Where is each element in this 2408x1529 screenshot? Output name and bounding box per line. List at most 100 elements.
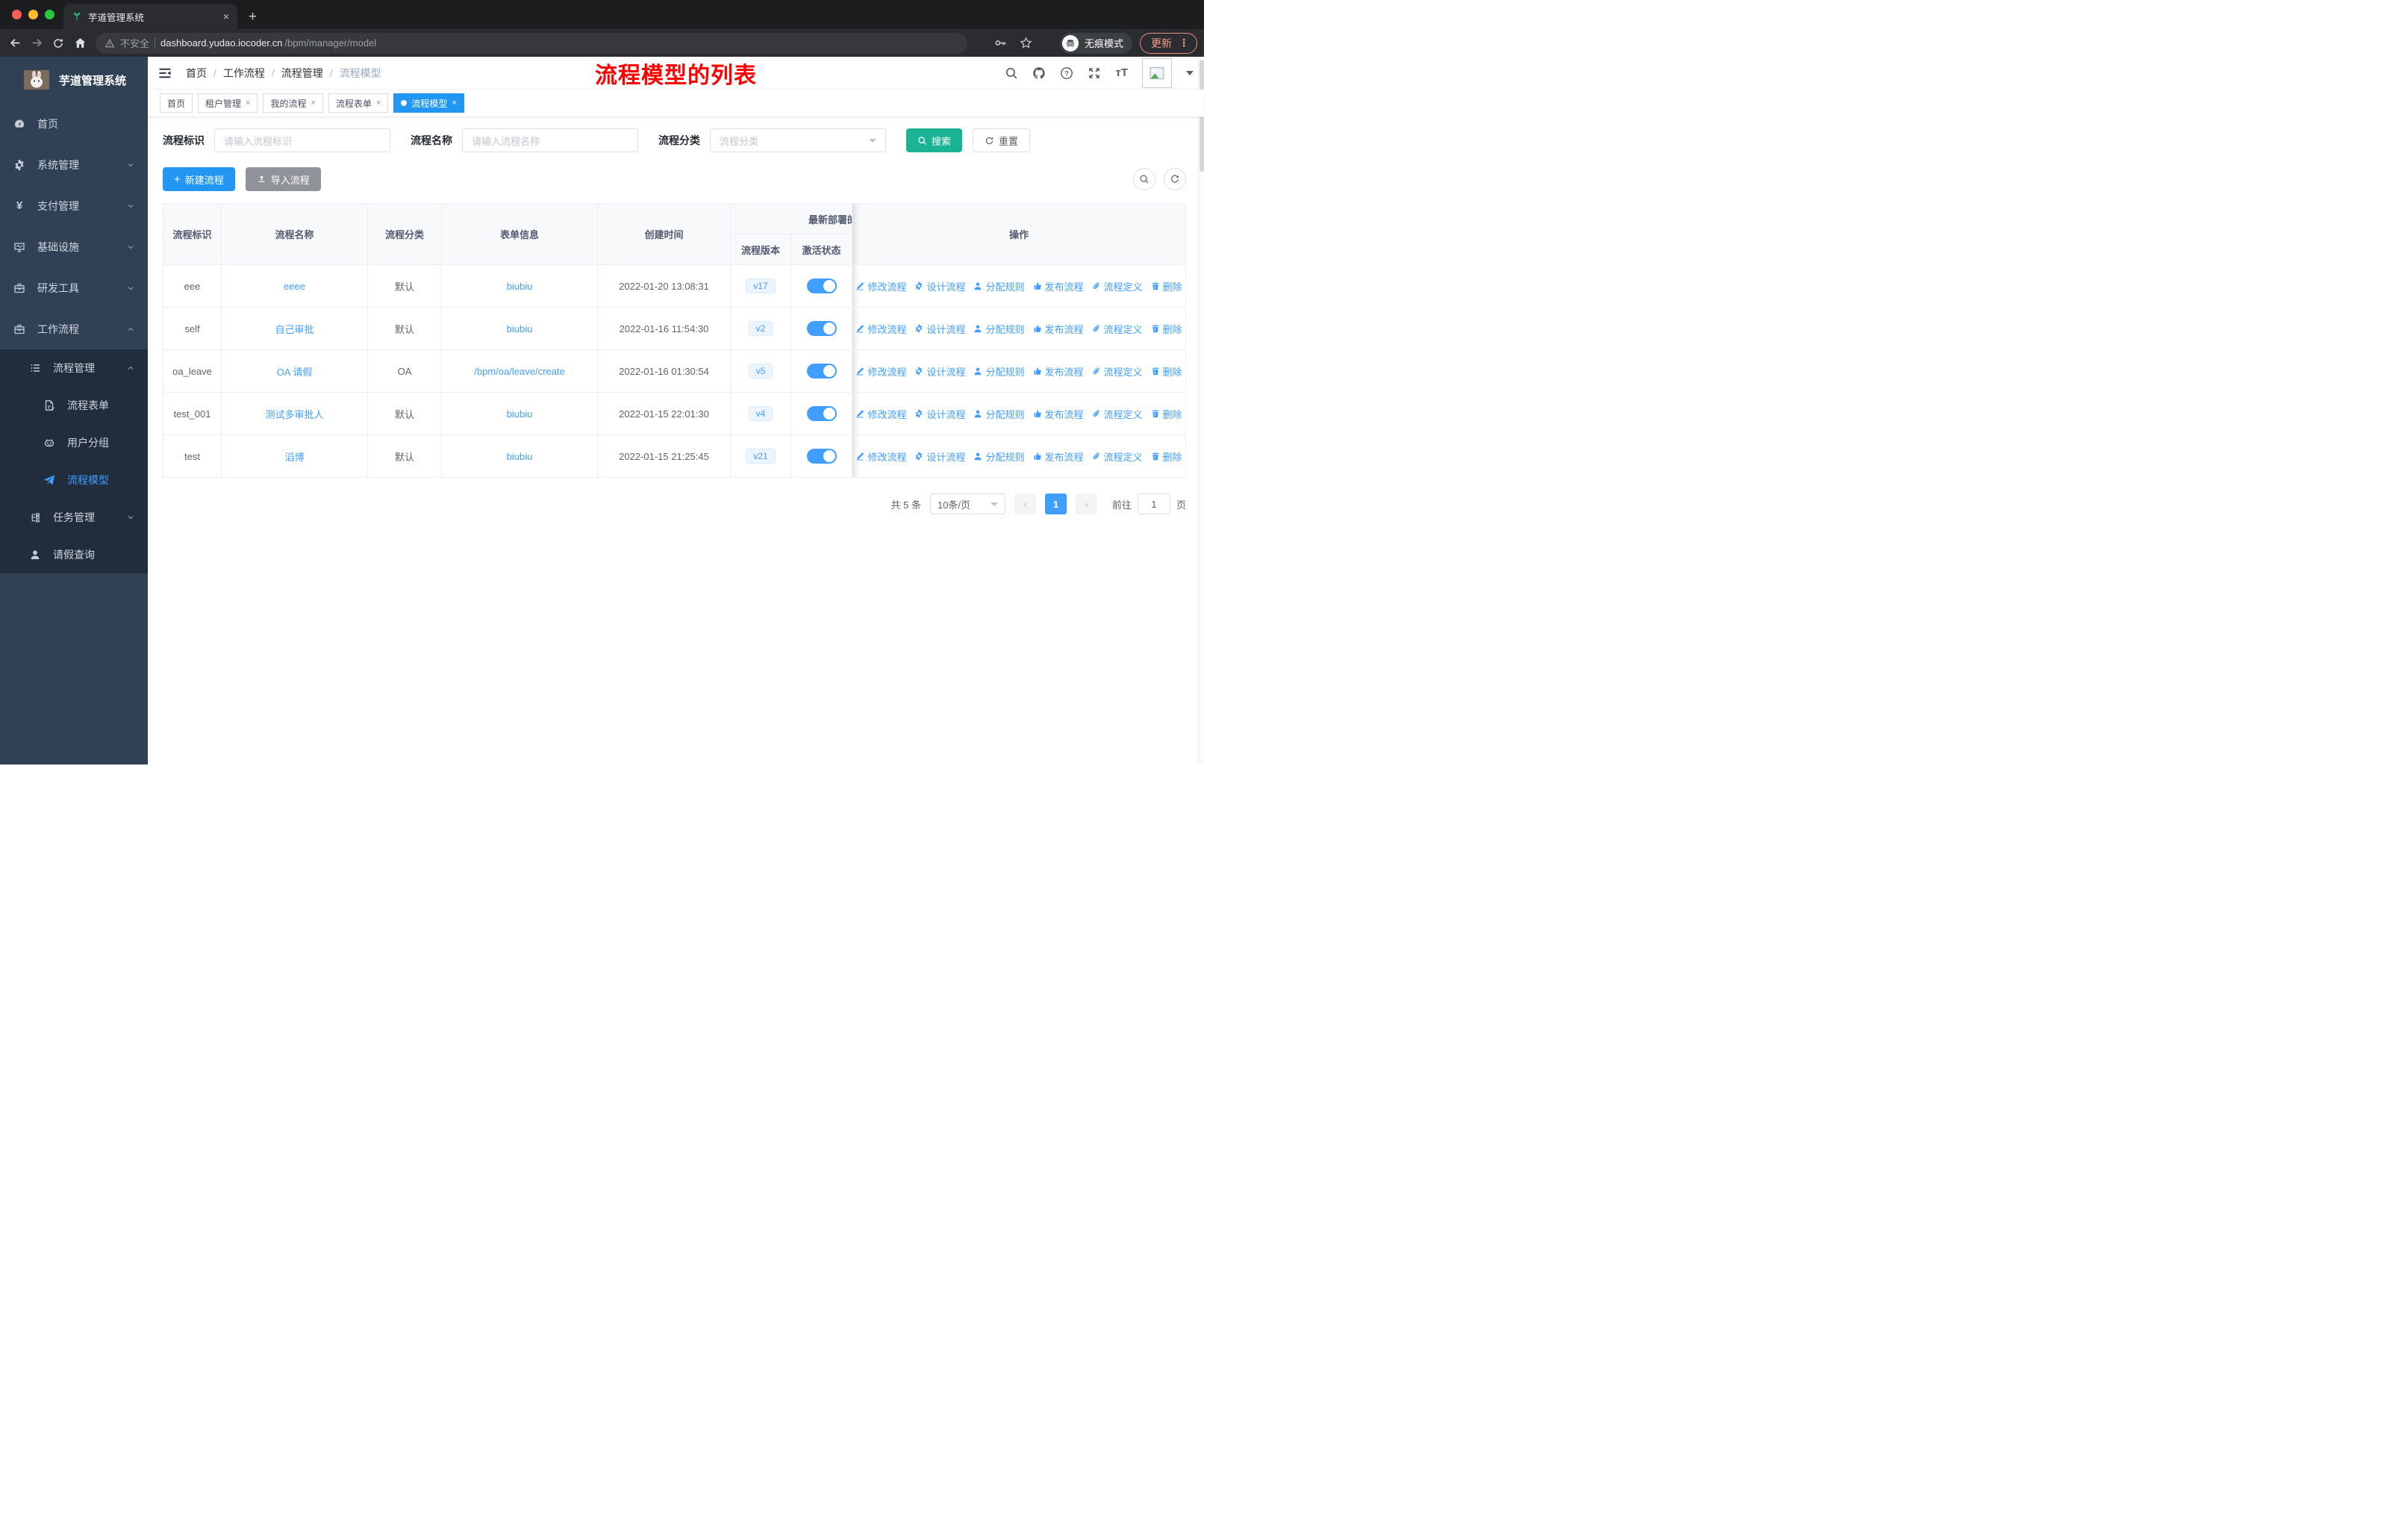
form-info-link[interactable]: biubiu <box>507 408 533 420</box>
active-toggle[interactable] <box>806 321 837 336</box>
help-icon[interactable]: ? <box>1060 66 1073 80</box>
form-info-link[interactable]: biubiu <box>507 451 533 462</box>
page-size-select[interactable]: 10条/页 <box>929 493 1005 514</box>
sidebar-item-基础设施[interactable]: 基础设施 <box>0 226 148 267</box>
bookmark-star-icon[interactable] <box>1020 37 1033 50</box>
action-分配规则[interactable]: 分配规则 <box>973 449 1025 464</box>
sidebar-item-首页[interactable]: 首页 <box>0 103 148 144</box>
close-icon[interactable]: × <box>376 99 381 108</box>
action-删除[interactable]: 删除 <box>1151 322 1182 336</box>
action-发布流程[interactable]: 发布流程 <box>1033 407 1084 421</box>
action-修改流程[interactable]: 修改流程 <box>855 279 906 293</box>
new-tab-button[interactable]: + <box>249 10 257 24</box>
page-scrollbar[interactable] <box>1198 57 1204 764</box>
form-info-link[interactable]: biubiu <box>507 323 533 334</box>
tab-close-icon[interactable]: × <box>223 10 229 22</box>
minimize-window-button[interactable] <box>28 10 38 19</box>
sidebar-item-流程管理[interactable]: 流程管理 <box>0 349 148 387</box>
active-toggle[interactable] <box>806 364 837 379</box>
browser-update-button[interactable]: 更新 ⋮ <box>1139 32 1197 54</box>
filter-input-name[interactable]: 请输入流程名称 <box>462 128 638 152</box>
home-icon[interactable] <box>72 35 88 52</box>
collapse-sidebar-icon[interactable] <box>157 66 172 81</box>
search-icon[interactable] <box>1005 66 1018 80</box>
fullscreen-icon[interactable] <box>1088 66 1101 80</box>
action-删除[interactable]: 删除 <box>1151 407 1182 421</box>
breadcrumb-item-流程管理[interactable]: 流程管理 <box>281 66 323 81</box>
action-设计流程[interactable]: 设计流程 <box>914 279 965 293</box>
browser-menu-kebab-icon[interactable]: ⋮ <box>1179 37 1189 49</box>
maximize-window-button[interactable] <box>45 10 54 19</box>
action-发布流程[interactable]: 发布流程 <box>1033 449 1084 464</box>
action-分配规则[interactable]: 分配规则 <box>973 364 1025 379</box>
sidebar-item-流程表单[interactable]: 流程表单 <box>0 387 148 424</box>
active-toggle[interactable] <box>806 449 837 464</box>
breadcrumb-item-工作流程[interactable]: 工作流程 <box>223 66 265 81</box>
next-page-button[interactable]: › <box>1075 493 1097 514</box>
action-设计流程[interactable]: 设计流程 <box>914 449 965 464</box>
sidebar-item-系统管理[interactable]: 系统管理 <box>0 144 148 185</box>
process-name-link[interactable]: OA 请假 <box>277 367 313 378</box>
action-流程定义[interactable]: 流程定义 <box>1092 364 1143 379</box>
sidebar-item-请假查询[interactable]: 请假查询 <box>0 536 148 573</box>
form-info-link[interactable]: /bpm/oa/leave/create <box>474 366 564 377</box>
action-发布流程[interactable]: 发布流程 <box>1033 364 1084 379</box>
action-发布流程[interactable]: 发布流程 <box>1033 279 1084 293</box>
sidebar-item-流程模型[interactable]: 流程模型 <box>0 461 148 499</box>
action-修改流程[interactable]: 修改流程 <box>855 407 906 421</box>
tab-首页[interactable]: 首页 <box>160 93 193 113</box>
browser-tab[interactable]: 芋道管理系统 × <box>63 4 237 29</box>
action-流程定义[interactable]: 流程定义 <box>1092 322 1143 336</box>
security-label[interactable]: 不安全 <box>120 36 149 50</box>
action-设计流程[interactable]: 设计流程 <box>914 407 965 421</box>
update-label[interactable]: 更新 <box>1151 36 1172 51</box>
process-name-link[interactable]: 自己审批 <box>275 324 314 335</box>
process-name-link[interactable]: 滔博 <box>284 452 304 463</box>
action-发布流程[interactable]: 发布流程 <box>1033 322 1084 336</box>
close-icon[interactable]: × <box>311 99 315 108</box>
sidebar-item-工作流程[interactable]: 工作流程 <box>0 308 148 349</box>
page-number-1[interactable]: 1 <box>1044 493 1067 514</box>
active-toggle[interactable] <box>806 406 837 421</box>
action-流程定义[interactable]: 流程定义 <box>1092 279 1143 293</box>
table-refresh-button[interactable] <box>1164 168 1186 190</box>
sidebar-item-研发工具[interactable]: 研发工具 <box>0 267 148 308</box>
tab-流程表单[interactable]: 流程表单 × <box>328 93 389 113</box>
reload-icon[interactable] <box>50 35 66 52</box>
action-修改流程[interactable]: 修改流程 <box>855 449 906 464</box>
goto-page-input[interactable]: 1 <box>1137 493 1170 514</box>
avatar-caret-icon[interactable] <box>1186 70 1194 75</box>
active-toggle[interactable] <box>806 278 837 293</box>
github-icon[interactable] <box>1032 66 1046 80</box>
breadcrumb-item-首页[interactable]: 首页 <box>186 66 207 81</box>
address-bar[interactable]: 不安全 dashboard.yudao.iocoder.cn/bpm/manag… <box>96 32 967 54</box>
tab-流程模型[interactable]: 流程模型 × <box>393 93 464 113</box>
action-修改流程[interactable]: 修改流程 <box>855 364 906 379</box>
font-size-icon[interactable]: ᴛT <box>1115 67 1128 78</box>
filter-input-key[interactable]: 请输入流程标识 <box>214 128 390 152</box>
action-分配规则[interactable]: 分配规则 <box>973 407 1025 421</box>
create-process-button[interactable]: + 新建流程 <box>163 167 235 191</box>
action-设计流程[interactable]: 设计流程 <box>914 322 965 336</box>
action-分配规则[interactable]: 分配规则 <box>973 322 1025 336</box>
process-name-link[interactable]: 测试多审批人 <box>265 409 323 420</box>
close-window-button[interactable] <box>12 10 22 19</box>
filter-select-category[interactable]: 流程分类 <box>710 128 886 152</box>
back-icon[interactable] <box>7 35 23 52</box>
action-删除[interactable]: 删除 <box>1151 279 1182 293</box>
sidebar-item-用户分组[interactable]: 用户分组 <box>0 424 148 461</box>
action-设计流程[interactable]: 设计流程 <box>914 364 965 379</box>
search-button[interactable]: 搜索 <box>906 128 963 152</box>
action-流程定义[interactable]: 流程定义 <box>1092 449 1143 464</box>
close-icon[interactable]: × <box>452 99 456 108</box>
avatar[interactable] <box>1142 57 1172 88</box>
import-process-button[interactable]: 导入流程 <box>245 167 321 191</box>
action-流程定义[interactable]: 流程定义 <box>1092 407 1143 421</box>
action-删除[interactable]: 删除 <box>1151 364 1182 379</box>
key-icon[interactable] <box>994 37 1008 50</box>
sidebar-item-支付管理[interactable]: ¥ 支付管理 <box>0 185 148 226</box>
tab-租户管理[interactable]: 租户管理 × <box>198 93 258 113</box>
action-分配规则[interactable]: 分配规则 <box>973 279 1025 293</box>
action-修改流程[interactable]: 修改流程 <box>855 322 906 336</box>
process-name-link[interactable]: eeee <box>284 281 305 292</box>
